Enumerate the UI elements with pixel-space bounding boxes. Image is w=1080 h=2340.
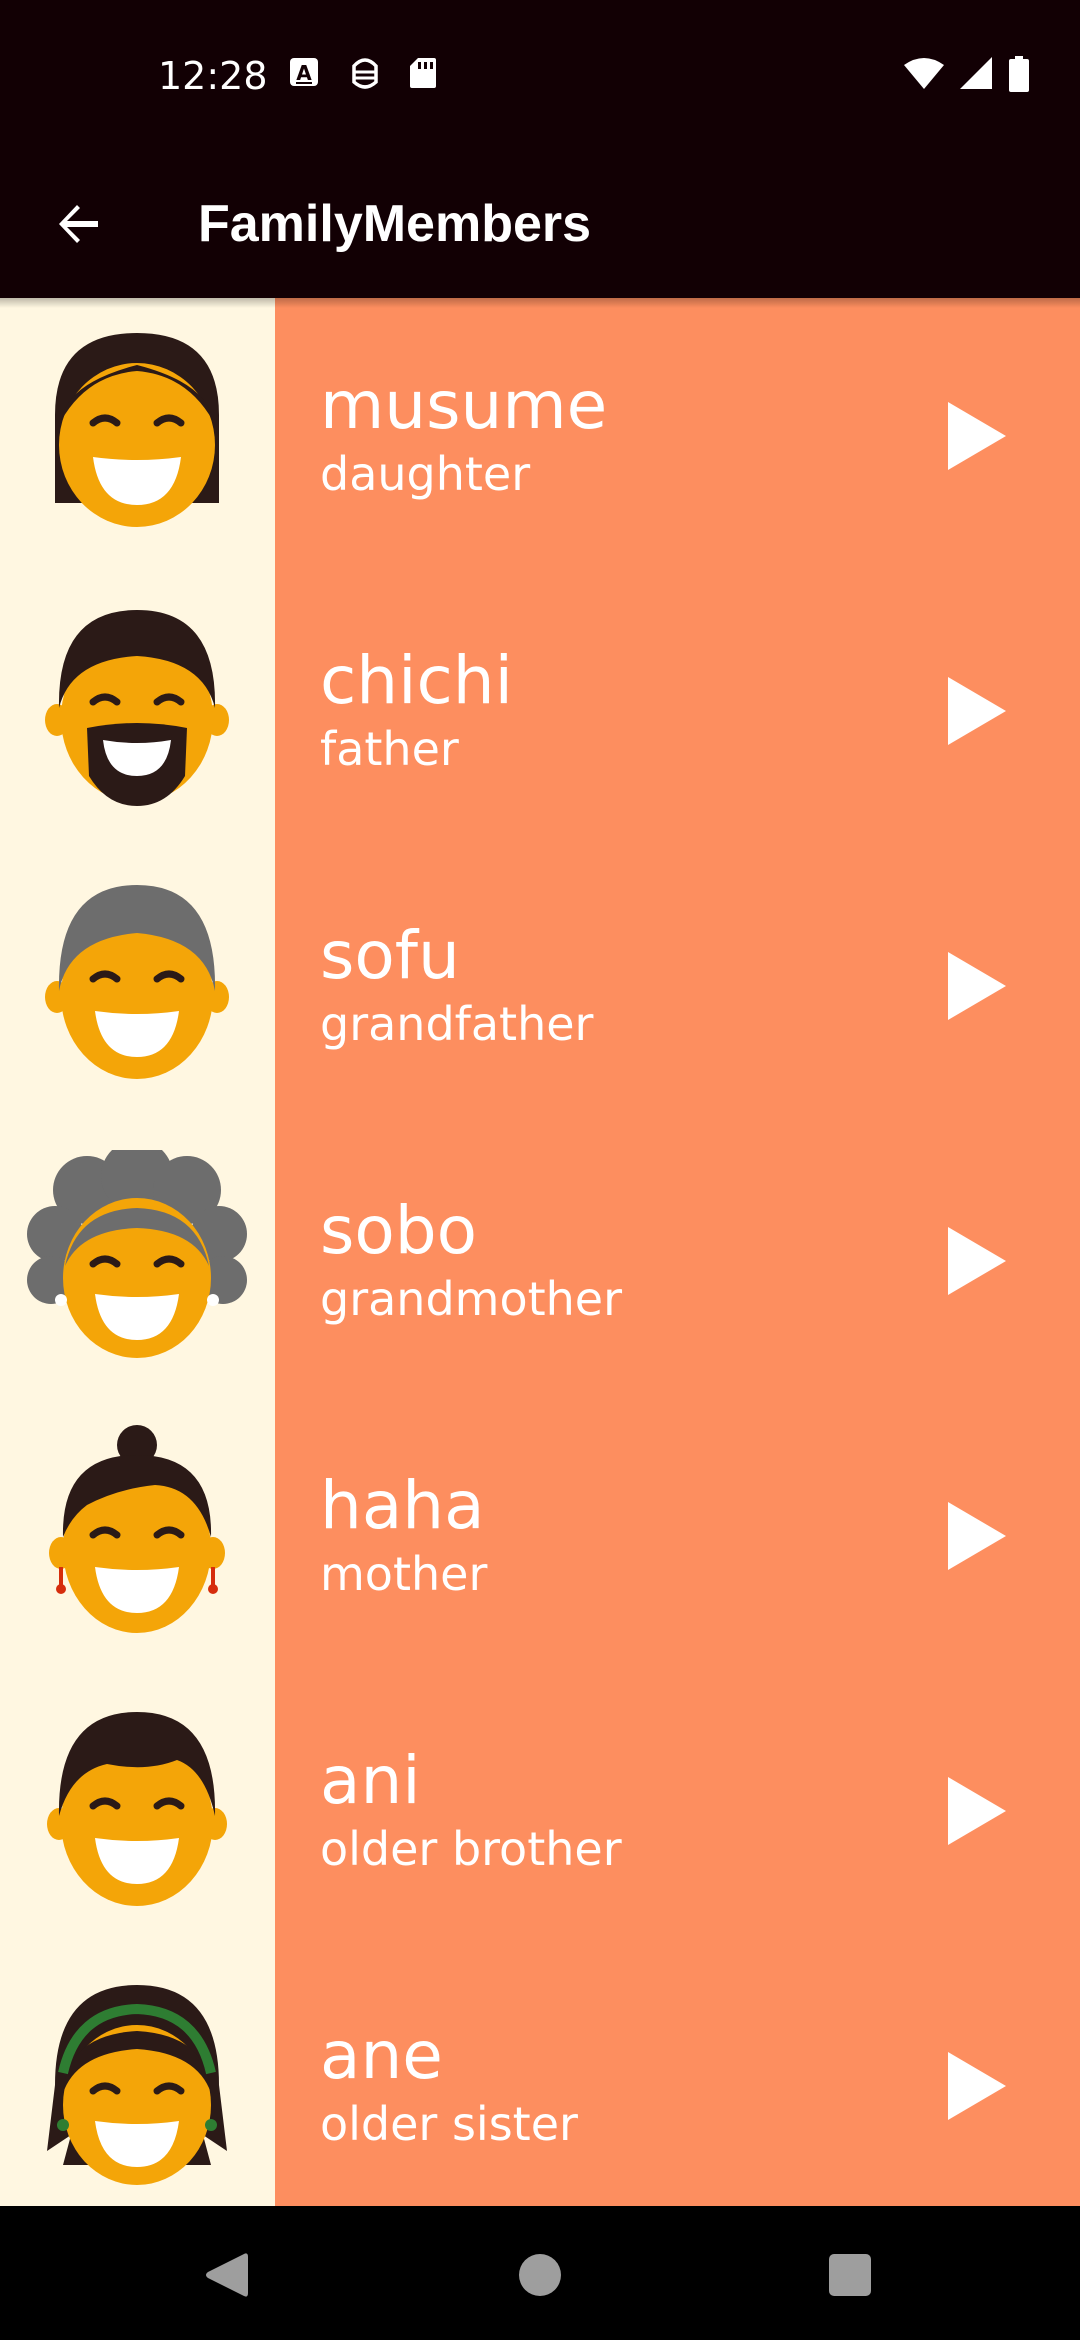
- older-sister-avatar: [0, 1948, 275, 2206]
- word-cell[interactable]: ane older sister: [275, 1948, 1080, 2206]
- list-item[interactable]: sofu grandfather: [0, 848, 1080, 1123]
- nav-recents-icon: [829, 2254, 871, 2296]
- cell-signal-icon: [960, 57, 992, 89]
- english-translation: older brother: [320, 1822, 622, 1876]
- keyboard-a-icon: A: [290, 58, 318, 86]
- navigation-bar: [0, 2206, 1080, 2340]
- mother-avatar: [0, 1398, 275, 1673]
- play-icon[interactable]: [940, 1223, 1010, 1299]
- japanese-word: chichi: [320, 642, 513, 719]
- list-item[interactable]: ane older sister: [0, 1948, 1080, 2206]
- play-icon[interactable]: [940, 2048, 1010, 2124]
- page-title: FamilyMembers: [198, 195, 592, 253]
- daughter-avatar: [0, 298, 275, 573]
- notification-icons: A: [288, 56, 438, 90]
- play-icon[interactable]: [940, 1773, 1010, 1849]
- status-time: 12:28: [158, 54, 268, 98]
- japanese-word: haha: [320, 1467, 485, 1544]
- play-icon[interactable]: [940, 1498, 1010, 1574]
- japanese-word: ane: [320, 2017, 443, 2094]
- nav-recents-button[interactable]: [815, 2240, 885, 2310]
- english-translation: grandfather: [320, 997, 594, 1051]
- english-translation: daughter: [320, 447, 531, 501]
- word-cell[interactable]: haha mother: [275, 1398, 1080, 1673]
- sd-card-icon: [410, 58, 436, 88]
- japanese-word: musume: [320, 367, 608, 444]
- status-bar: 12:28 A: [0, 0, 1080, 150]
- father-avatar: [0, 573, 275, 848]
- word-cell[interactable]: musume daughter: [275, 298, 1080, 573]
- arrow-back-icon: [59, 205, 98, 243]
- list-item[interactable]: chichi father: [0, 573, 1080, 848]
- older-brother-avatar: [0, 1673, 275, 1948]
- battery-icon: [1009, 56, 1029, 92]
- japanese-word: sobo: [320, 1192, 478, 1269]
- english-translation: father: [320, 722, 459, 776]
- grandfather-avatar: [0, 848, 275, 1123]
- english-translation: mother: [320, 1547, 488, 1601]
- english-translation: older sister: [320, 2097, 578, 2151]
- svg-text:A: A: [296, 61, 312, 85]
- word-cell[interactable]: sofu grandfather: [275, 848, 1080, 1123]
- family-members-list[interactable]: musume daughter chichi father sofu grand…: [0, 298, 1080, 2206]
- list-item[interactable]: haha mother: [0, 1398, 1080, 1673]
- list-item[interactable]: ani older brother: [0, 1673, 1080, 1948]
- list-item[interactable]: sobo grandmother: [0, 1123, 1080, 1398]
- android-debug-icon: [352, 58, 378, 89]
- nav-home-icon: [519, 2254, 561, 2296]
- play-icon[interactable]: [940, 673, 1010, 749]
- grandmother-avatar: [0, 1123, 275, 1398]
- japanese-word: sofu: [320, 917, 460, 994]
- word-cell[interactable]: sobo grandmother: [275, 1123, 1080, 1398]
- word-cell[interactable]: chichi father: [275, 573, 1080, 848]
- app-bar-shadow: [0, 298, 1080, 308]
- back-button[interactable]: [40, 186, 116, 262]
- nav-back-icon: [206, 2253, 248, 2297]
- app-bar: FamilyMembers: [0, 150, 1080, 298]
- list-item[interactable]: musume daughter: [0, 298, 1080, 573]
- nav-back-button[interactable]: [190, 2240, 260, 2310]
- system-icons: [904, 56, 1030, 92]
- wifi-icon: [904, 58, 944, 89]
- japanese-word: ani: [320, 1742, 421, 1819]
- english-translation: grandmother: [320, 1272, 623, 1326]
- play-icon[interactable]: [940, 398, 1010, 474]
- word-cell[interactable]: ani older brother: [275, 1673, 1080, 1948]
- nav-home-button[interactable]: [505, 2240, 575, 2310]
- play-icon[interactable]: [940, 948, 1010, 1024]
